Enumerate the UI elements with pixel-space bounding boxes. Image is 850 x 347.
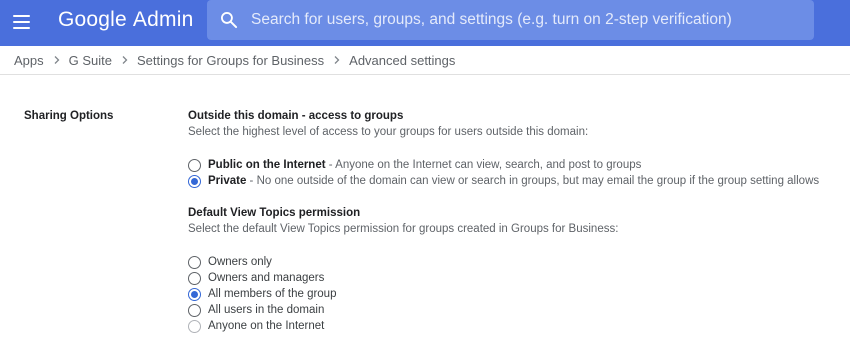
radio-button-selected[interactable] bbox=[188, 287, 201, 301]
view-topics-title: Default View Topics permission bbox=[188, 207, 361, 219]
radio-button-selected[interactable] bbox=[188, 174, 201, 188]
option-label: All users in the domain bbox=[208, 304, 325, 316]
option-label: Owners and managers bbox=[208, 272, 325, 284]
radio-option-public-internet[interactable]: Public on the Internet - Anyone on the I… bbox=[188, 157, 641, 173]
logo-brand: Google bbox=[58, 8, 127, 31]
option-label: Private bbox=[208, 175, 247, 187]
header-divider bbox=[0, 74, 850, 75]
radio-option-anyone-internet[interactable]: Anyone on the Internet bbox=[188, 318, 324, 334]
radio-button[interactable] bbox=[188, 255, 201, 269]
chevron-right-icon bbox=[334, 56, 340, 64]
breadcrumb-groups-settings[interactable]: Settings for Groups for Business bbox=[137, 53, 324, 68]
option-label: All members of the group bbox=[208, 288, 337, 300]
radio-option-all-domain-users[interactable]: All users in the domain bbox=[188, 302, 324, 318]
option-detail: - Anyone on the Internet can view, searc… bbox=[325, 159, 642, 171]
section-label-sharing-options: Sharing Options bbox=[24, 110, 114, 122]
chevron-right-icon bbox=[122, 56, 128, 64]
option-label: Anyone on the Internet bbox=[208, 320, 325, 332]
radio-button[interactable] bbox=[188, 271, 201, 285]
radio-option-all-members[interactable]: All members of the group bbox=[188, 286, 336, 302]
logo-product: Admin bbox=[132, 8, 194, 31]
radio-option-owners-only[interactable]: Owners only bbox=[188, 254, 272, 270]
chevron-right-icon bbox=[54, 56, 60, 64]
top-app-bar: Google Admin bbox=[0, 0, 850, 46]
option-label: Public on the Internet bbox=[208, 159, 326, 171]
breadcrumb-apps[interactable]: Apps bbox=[14, 53, 44, 68]
radio-option-owners-managers[interactable]: Owners and managers bbox=[188, 270, 324, 286]
view-topics-description: Select the default View Topics permissio… bbox=[188, 223, 619, 235]
breadcrumb: Apps G Suite Settings for Groups for Bus… bbox=[14, 51, 455, 69]
radio-button[interactable] bbox=[188, 158, 201, 172]
option-label: Owners only bbox=[208, 256, 272, 268]
breadcrumb-g-suite[interactable]: G Suite bbox=[69, 53, 112, 68]
access-group-description: Select the highest level of access to yo… bbox=[188, 126, 589, 138]
access-group-title: Outside this domain - access to groups bbox=[188, 110, 404, 122]
breadcrumb-advanced-settings: Advanced settings bbox=[349, 52, 456, 68]
radio-button[interactable] bbox=[188, 303, 201, 317]
radio-option-private[interactable]: Private - No one outside of the domain c… bbox=[188, 173, 819, 189]
search-input[interactable] bbox=[251, 0, 801, 40]
radio-button[interactable] bbox=[188, 319, 201, 333]
option-detail: - No one outside of the domain can view … bbox=[246, 175, 820, 187]
google-admin-logo[interactable]: Google Admin bbox=[58, 8, 193, 32]
search-bar[interactable] bbox=[207, 0, 814, 40]
search-icon[interactable] bbox=[219, 10, 239, 30]
hamburger-menu-icon[interactable] bbox=[12, 12, 32, 32]
